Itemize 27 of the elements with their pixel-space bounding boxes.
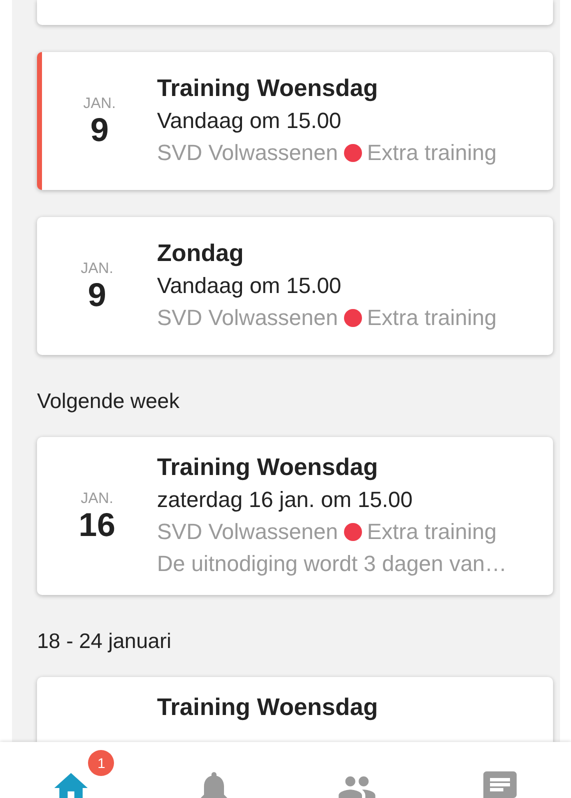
notification-badge: 1 — [88, 750, 114, 776]
team-name: SVD Volwassenen — [157, 139, 338, 167]
event-time: Vandaag om 15.00 — [157, 272, 342, 300]
event-card[interactable]: JAN. 16 Training Woensdag zaterdag 16 jan. om 15.00 SVD Volwassenen Extra training De uitnodiging wordt 3 dagen van… — [37, 437, 553, 595]
event-day: 9 — [90, 113, 109, 147]
event-title: Training Woensdag — [157, 453, 379, 483]
event-title: Training Woensdag — [157, 74, 379, 104]
event-title: Zondag — [157, 239, 245, 269]
event-note: De uitnodiging wordt 3 dagen van… — [157, 550, 507, 578]
event-month: JAN. — [80, 490, 114, 508]
event-type: Extra training — [367, 304, 497, 332]
event-title: Training Woensdag — [157, 693, 378, 723]
event-day: 9 — [88, 278, 106, 312]
event-month: JAN. — [80, 260, 114, 278]
event-type: Extra training — [367, 518, 497, 546]
event-type: Extra training — [367, 139, 497, 167]
section-heading: 18 - 24 januari — [37, 629, 172, 655]
event-card[interactable]: JAN. 9 Zondag Vandaag om 15.00 SVD Volwassenen Extra training — [37, 217, 553, 355]
event-time: Vandaag om 15.00 — [157, 107, 342, 135]
team-name: SVD Volwassenen — [157, 518, 338, 546]
event-day: 16 — [78, 508, 116, 542]
team-name: SVD Volwassenen — [157, 304, 338, 332]
event-time: zaterdag 16 jan. om 15.00 — [157, 486, 414, 514]
event-card[interactable]: Training Woensdag — [37, 677, 553, 742]
section-heading: Volgende week — [37, 389, 180, 415]
event-card[interactable]: JAN. 9 Training Woensdag Vandaag om 15.00 SVD Volwassenen Extra training — [37, 52, 553, 190]
event-month: JAN. — [83, 95, 116, 113]
